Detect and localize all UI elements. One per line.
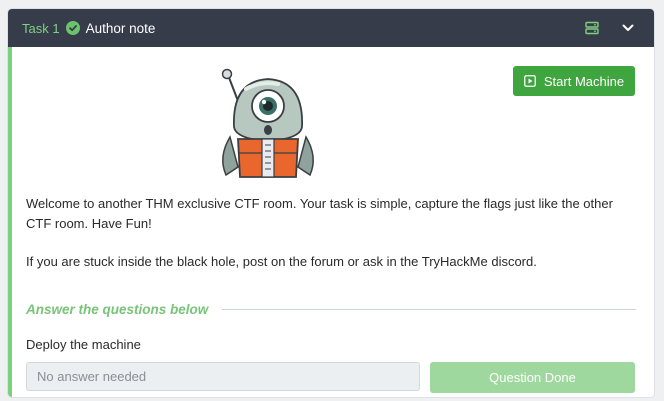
task-card: Task 1 Author note Start Machine Welcome…	[8, 9, 654, 397]
question-text: Deploy the machine	[26, 337, 141, 352]
answer-input[interactable]	[26, 362, 420, 391]
intro-paragraph: Welcome to another THM exclusive CTF roo…	[26, 196, 613, 231]
answers-title: Answer the questions below	[26, 301, 209, 317]
start-machine-label: Start Machine	[543, 73, 625, 89]
task-title: Author note	[85, 20, 156, 36]
chevron-down-icon[interactable]	[621, 21, 635, 35]
task-header[interactable]: Task 1 Author note	[8, 9, 654, 47]
check-circle-icon	[65, 21, 80, 35]
start-machine-button[interactable]: Start Machine	[513, 66, 635, 96]
answers-divider	[222, 308, 636, 310]
task-body: Start Machine Welcome to another THM exc…	[8, 47, 654, 397]
play-icon	[523, 75, 536, 87]
alien-mascot-image	[221, 68, 314, 178]
question-done-button[interactable]: Question Done	[430, 362, 635, 393]
answers-section-header: Answer the questions below	[26, 299, 636, 319]
task-number: Task 1	[22, 20, 60, 36]
help-paragraph: If you are stuck inside the black hole, …	[26, 254, 537, 269]
server-icon[interactable]	[585, 21, 599, 35]
